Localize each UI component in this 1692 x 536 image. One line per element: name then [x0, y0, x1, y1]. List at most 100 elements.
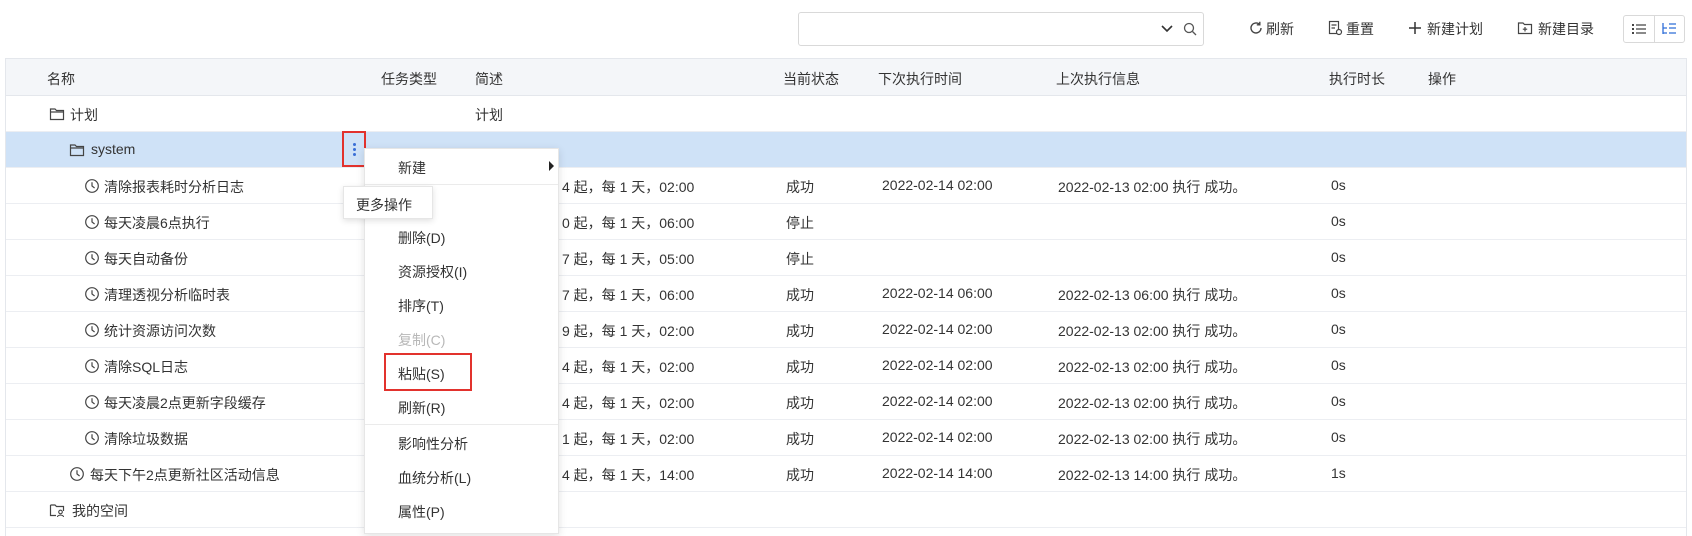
task-next-run: 2022-02-14 06:00 — [882, 285, 993, 301]
task-name: 清除SQL日志 — [104, 359, 189, 375]
menu-item-label: 复制(C) — [398, 332, 446, 348]
task-last-run: 2022-02-13 02:00 执行 成功。 — [1058, 179, 1247, 195]
menu-item-lineage[interactable]: 血统分析(L) — [365, 459, 558, 493]
column-header-actions: 操作 — [1428, 71, 1456, 87]
task-status: 成功 — [786, 395, 814, 411]
task-last-run: 2022-02-13 02:00 执行 成功。 — [1058, 395, 1247, 411]
refresh-icon — [1250, 21, 1262, 34]
task-desc: 7 起，每 1 天，06:00 — [562, 287, 695, 303]
menu-item-label: 影响性分析 — [398, 436, 468, 452]
task-desc: 1 起，每 1 天，02:00 — [562, 431, 695, 447]
menu-item-refresh[interactable]: 刷新(R) — [365, 389, 558, 423]
table-row[interactable]: 每天自动备份 7 起，每 1 天，05:00 停止 0s — [6, 240, 1686, 276]
task-duration: 0s — [1331, 177, 1346, 193]
tree-view-button[interactable] — [1653, 16, 1685, 42]
menu-item-new[interactable]: 新建 — [365, 149, 558, 183]
task-desc: 4 起，每 1 天，14:00 — [562, 467, 695, 483]
clock-icon — [85, 323, 99, 337]
folder-row-myspace[interactable]: 我的空间 — [6, 492, 1686, 528]
plus-icon — [1409, 22, 1421, 34]
task-name: 每天下午2点更新社区活动信息 — [90, 467, 280, 483]
task-status: 成功 — [786, 179, 814, 195]
list-view-button[interactable] — [1624, 16, 1654, 42]
table-row[interactable]: 清理透视分析临时表 7 起，每 1 天，06:00 成功 2022-02-14 06:… — [6, 276, 1686, 312]
shared-folder-icon — [49, 504, 65, 518]
column-header-type[interactable]: 任务类型 — [381, 69, 437, 89]
task-name: 统计资源访问次数 — [104, 323, 216, 339]
folder-icon — [69, 144, 85, 157]
task-next-run: 2022-02-14 02:00 — [882, 393, 993, 409]
menu-item-impact[interactable]: 影响性分析 — [365, 425, 558, 459]
search-input[interactable] — [805, 17, 1145, 41]
clock-icon — [85, 215, 99, 229]
folder-row-system[interactable]: system — [6, 131, 1686, 168]
column-header-status[interactable]: 当前状态 — [783, 69, 839, 89]
menu-item-copy: 复制(C) — [365, 321, 558, 355]
table-row[interactable]: 每天凌晨6点执行 0 起，每 1 天，06:00 停止 0s — [6, 204, 1686, 240]
more-actions-tooltip: 更多操作 — [343, 186, 433, 219]
toolbar: 刷新 重置 新建计划 新建目录 — [0, 0, 1692, 54]
task-status: 成功 — [786, 359, 814, 375]
list-view-icon — [1631, 24, 1646, 34]
menu-item-paste[interactable]: 粘贴(S) — [365, 353, 558, 391]
task-last-run: 2022-02-13 14:00 执行 成功。 — [1058, 467, 1247, 483]
task-desc: 4 起，每 1 天，02:00 — [562, 359, 695, 375]
clock-icon — [85, 251, 99, 265]
task-next-run: 2022-02-14 02:00 — [882, 321, 993, 337]
clock-icon — [85, 395, 99, 409]
folder-row-plan[interactable]: 计划 计划 — [6, 96, 1686, 132]
menu-item-delete[interactable]: 删除(D) — [365, 219, 558, 253]
clock-icon — [85, 287, 99, 301]
task-duration: 0s — [1331, 213, 1346, 229]
menu-item-label: 属性(P) — [398, 504, 445, 520]
table-row[interactable]: 每天凌晨2点更新字段缓存 4 起，每 1 天，02:00 成功 2022-02-14 … — [6, 384, 1686, 420]
reset-icon — [1328, 20, 1343, 36]
task-table: 名称 任务类型 简述 当前状态 下次执行时间 上次执行信息 执行时长 操作 计划… — [5, 58, 1687, 536]
clock-icon — [70, 467, 84, 481]
chevron-down-icon[interactable] — [1161, 24, 1173, 34]
column-header-next-run[interactable]: 下次执行时间 — [878, 69, 962, 89]
menu-item-label: 资源授权(I) — [398, 264, 468, 280]
more-actions-button[interactable] — [342, 131, 366, 167]
task-duration: 0s — [1331, 429, 1346, 445]
task-duration: 0s — [1331, 249, 1346, 265]
table-row[interactable]: 清除SQL日志 4 起，每 1 天，02:00 成功 2022-02-14 02:00… — [6, 348, 1686, 384]
task-name: 每天自动备份 — [104, 251, 188, 267]
folder-name: 计划 — [70, 107, 98, 123]
reset-label: 重置 — [1346, 21, 1374, 37]
table-row[interactable]: 清除报表耗时分析日志 4 起，每 1 天，02:00 成功 2022-02-14 02… — [6, 168, 1686, 204]
table-row[interactable]: 统计资源访问次数 9 起，每 1 天，02:00 成功 2022-02-14 02:0… — [6, 312, 1686, 348]
column-header-name[interactable]: 名称 — [47, 69, 75, 89]
menu-item-sort[interactable]: 排序(T) — [365, 287, 558, 321]
task-status: 成功 — [786, 323, 814, 339]
task-last-run: 2022-02-13 02:00 执行 成功。 — [1058, 323, 1247, 339]
task-name: 清除垃圾数据 — [104, 431, 188, 447]
task-status: 成功 — [786, 431, 814, 447]
new-plan-label: 新建计划 — [1427, 21, 1483, 37]
dot — [352, 147, 356, 151]
search-combobox[interactable] — [798, 12, 1204, 46]
menu-item-label: 新建 — [398, 160, 426, 176]
task-duration: 0s — [1331, 357, 1346, 373]
menu-item-properties[interactable]: 属性(P) — [365, 493, 558, 527]
task-last-run: 2022-02-13 06:00 执行 成功。 — [1058, 287, 1247, 303]
table-header: 名称 任务类型 简述 当前状态 下次执行时间 上次执行信息 执行时长 操作 — [6, 59, 1686, 96]
folder-name: system — [91, 141, 136, 157]
table-row[interactable]: 每天下午2点更新社区活动信息 4 起，每 1 天，14:00 成功 2022-0… — [6, 456, 1686, 492]
task-name: 清除报表耗时分析日志 — [104, 179, 244, 195]
task-status: 成功 — [786, 467, 814, 483]
column-header-desc[interactable]: 简述 — [475, 69, 503, 89]
menu-item-label: 粘贴(S) — [398, 366, 445, 382]
search-icon[interactable] — [1183, 22, 1197, 36]
new-folder-label: 新建目录 — [1538, 21, 1594, 37]
task-last-run: 2022-02-13 02:00 执行 成功。 — [1058, 359, 1247, 375]
task-duration: 1s — [1331, 465, 1346, 481]
menu-item-label: 删除(D) — [398, 230, 446, 246]
table-row[interactable]: 清除垃圾数据 1 起，每 1 天，02:00 成功 2022-02-14 02:00 2… — [6, 420, 1686, 456]
menu-item-grant[interactable]: 资源授权(I) — [365, 253, 558, 287]
column-header-duration[interactable]: 执行时长 — [1329, 69, 1385, 89]
task-last-run: 2022-02-13 02:00 执行 成功。 — [1058, 431, 1247, 447]
task-name: 每天凌晨2点更新字段缓存 — [104, 395, 266, 411]
column-header-last-run[interactable]: 上次执行信息 — [1056, 69, 1140, 89]
task-duration: 0s — [1331, 393, 1346, 409]
